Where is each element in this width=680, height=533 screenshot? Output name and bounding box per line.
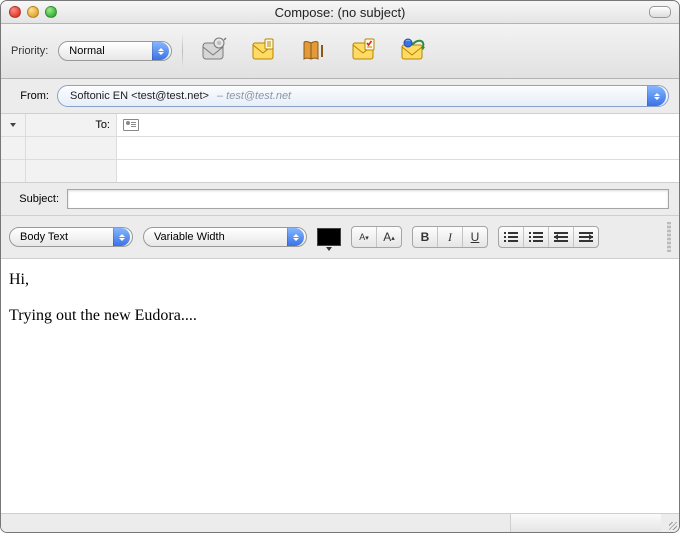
quote-icon[interactable]	[243, 33, 283, 69]
priority-popup[interactable]: Normal	[58, 41, 172, 61]
indent-icon	[579, 231, 593, 243]
resize-grip[interactable]	[661, 514, 679, 532]
format-toolbar: Body Text Variable Width A ▾ A ▴ B I U	[1, 216, 679, 259]
paragraph-style-popup[interactable]: Body Text	[9, 227, 133, 247]
chevron-updown-icon	[647, 86, 666, 106]
toolbar-pill-button[interactable]	[649, 6, 671, 18]
status-slot	[510, 514, 661, 532]
recipient-label	[26, 137, 117, 159]
indent-button[interactable]	[574, 227, 598, 247]
recipient-label	[26, 160, 117, 182]
from-account-dim: – test@test.net	[217, 90, 291, 102]
recipient-type-menu[interactable]	[1, 114, 26, 136]
bullet-list-button[interactable]	[499, 227, 524, 247]
priority-label: Priority:	[11, 45, 48, 57]
chevron-updown-icon	[287, 228, 304, 246]
spellcheck-icon[interactable]	[343, 33, 383, 69]
font-family-value: Variable Width	[154, 231, 287, 243]
status-bar	[1, 513, 679, 532]
zoom-window-button[interactable]	[45, 6, 57, 18]
text-style-group: B I U	[412, 226, 488, 248]
send-icon[interactable]	[393, 33, 433, 69]
recipient-field[interactable]	[117, 114, 679, 136]
titlebar: Compose: (no subject)	[1, 1, 679, 24]
recipient-field[interactable]	[117, 137, 679, 159]
subject-input[interactable]	[67, 189, 669, 209]
recipient-type-menu[interactable]	[1, 160, 26, 182]
toolbar-overflow-icon[interactable]	[667, 222, 671, 252]
recipient-row	[1, 137, 679, 160]
outdent-button[interactable]	[549, 227, 574, 247]
italic-button[interactable]: I	[438, 227, 463, 247]
message-body[interactable]: Hi, Trying out the new Eudora....	[1, 259, 679, 511]
window-title: Compose: (no subject)	[1, 5, 679, 20]
priority-value: Normal	[69, 45, 152, 57]
recipient-type-menu[interactable]	[1, 137, 26, 159]
recipient-field[interactable]	[117, 160, 679, 182]
number-list-icon	[529, 231, 543, 243]
from-account-text: Softonic EN <test@test.net>	[70, 90, 209, 102]
increase-font-button[interactable]: A ▴	[377, 227, 401, 247]
recipient-label: To:	[26, 114, 117, 136]
address-book-icon[interactable]	[293, 33, 333, 69]
bold-button[interactable]: B	[413, 227, 438, 247]
paragraph-style-value: Body Text	[20, 231, 113, 243]
contact-card-icon	[123, 119, 139, 131]
recipient-row: To:	[1, 114, 679, 137]
body-line: Hi,	[9, 269, 671, 291]
minimize-window-button[interactable]	[27, 6, 39, 18]
from-label: From:	[11, 90, 49, 102]
close-window-button[interactable]	[9, 6, 21, 18]
font-family-popup[interactable]: Variable Width	[143, 227, 307, 247]
from-account-popup[interactable]: Softonic EN <test@test.net> – test@test.…	[57, 85, 669, 107]
attach-icon[interactable]	[193, 33, 233, 69]
recipients-grid: To:	[1, 114, 679, 183]
recipient-row	[1, 160, 679, 182]
from-row: From: Softonic EN <test@test.net> – test…	[1, 79, 679, 114]
chevron-updown-icon	[152, 42, 169, 60]
font-size-group: A ▾ A ▴	[351, 226, 402, 248]
chevron-up-icon: ▴	[391, 234, 395, 242]
chevron-updown-icon	[113, 228, 130, 246]
list-indent-group	[498, 226, 599, 248]
underline-button[interactable]: U	[463, 227, 487, 247]
outdent-icon	[554, 231, 568, 243]
main-toolbar: Priority: Normal	[1, 24, 679, 79]
body-line: Trying out the new Eudora....	[9, 305, 671, 327]
decrease-font-button[interactable]: A ▾	[352, 227, 377, 247]
subject-label: Subject:	[11, 193, 59, 205]
number-list-button[interactable]	[524, 227, 549, 247]
text-color-picker[interactable]	[317, 228, 341, 246]
subject-row: Subject:	[1, 183, 679, 216]
chevron-down-icon	[10, 123, 16, 127]
toolbar-separator	[182, 33, 183, 69]
chevron-down-icon: ▾	[365, 234, 369, 242]
bullet-list-icon	[504, 231, 518, 243]
